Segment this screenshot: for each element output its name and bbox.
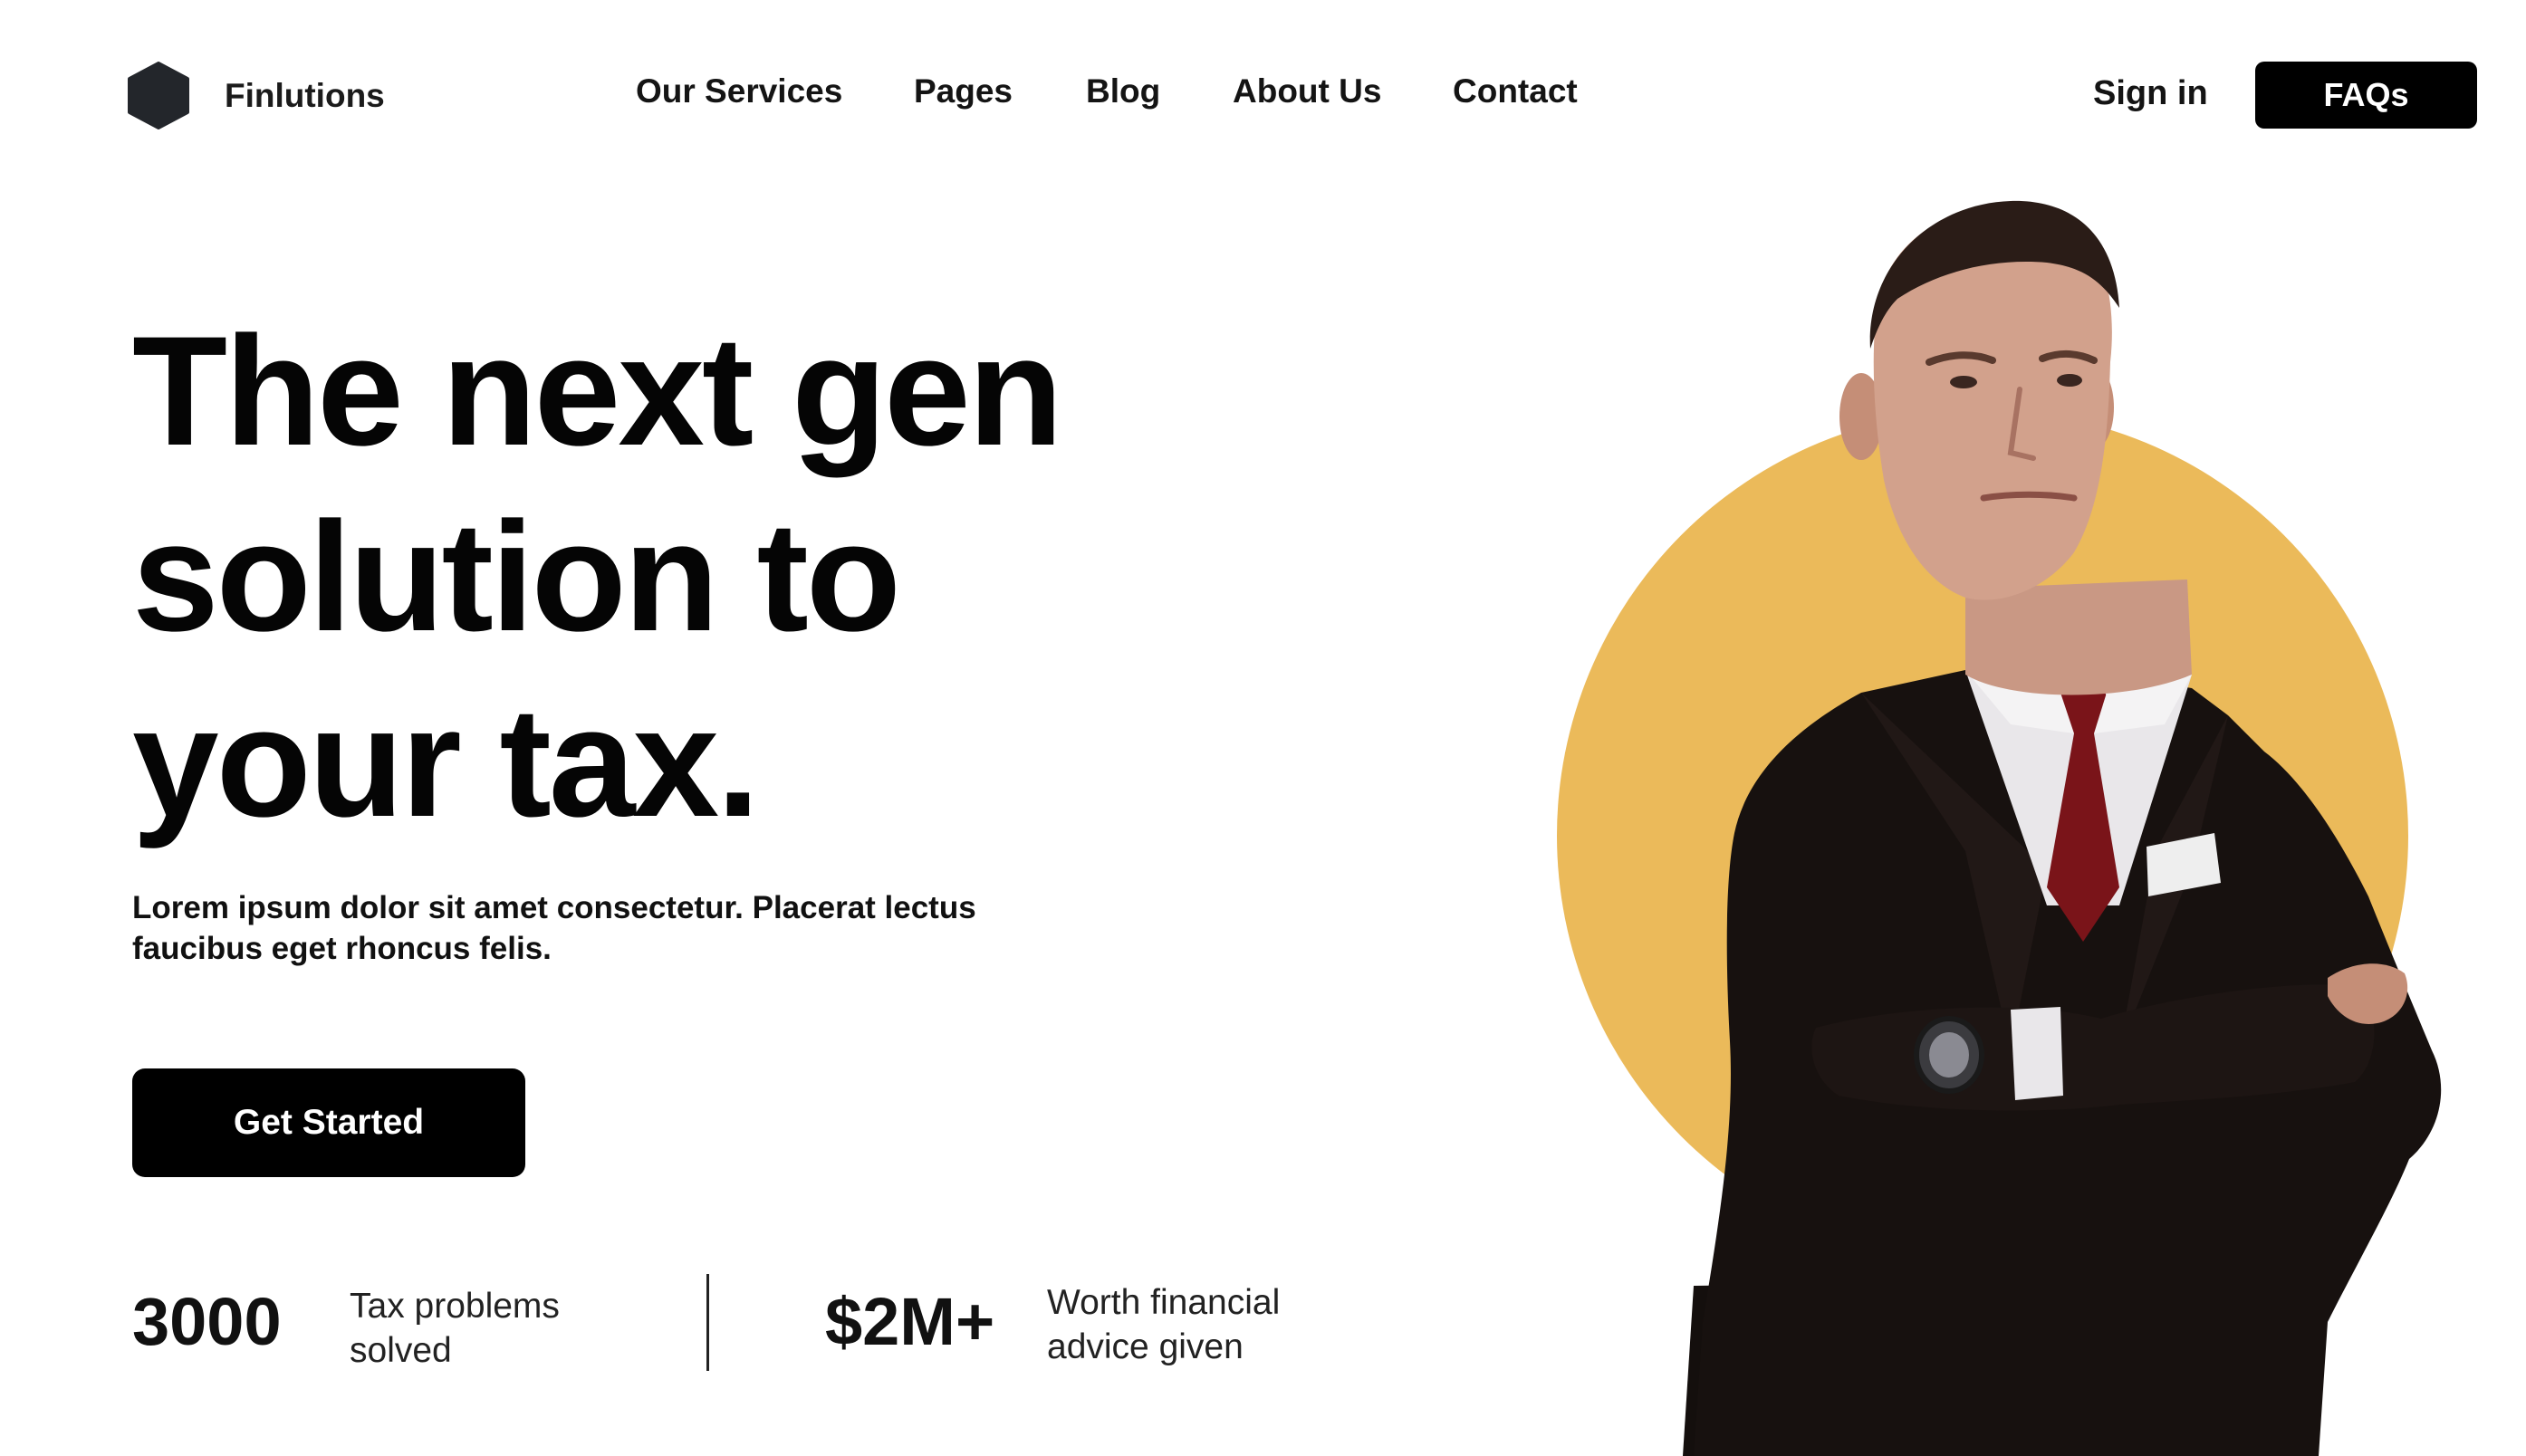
businessman-photo xyxy=(1557,200,2442,1456)
stats-divider xyxy=(706,1274,709,1371)
nav-about-us[interactable]: About Us xyxy=(1233,72,1381,110)
headline-line-1: The next gen xyxy=(132,304,1063,478)
hero-image xyxy=(1540,181,2526,1456)
faqs-button[interactable]: FAQs xyxy=(2255,62,2477,129)
headline-line-2: solution to xyxy=(132,490,901,664)
brand-name: Finlutions xyxy=(225,76,385,114)
get-started-button[interactable]: Get Started xyxy=(132,1068,525,1177)
stat-label-problems: Tax problems solved xyxy=(350,1287,560,1370)
sign-in-link[interactable]: Sign in xyxy=(2093,74,2208,113)
hero-description: Lorem ipsum dolor sit amet consectetur. … xyxy=(132,890,976,966)
hero-headline: The next gen solution to your tax. xyxy=(132,299,1063,856)
nav-pages[interactable]: Pages xyxy=(914,72,1013,110)
stat-label-advice: Worth financial advice given xyxy=(1047,1283,1281,1366)
brand-logo[interactable]: Finlutions xyxy=(127,62,385,129)
nav-blog[interactable]: Blog xyxy=(1086,72,1160,110)
headline-line-3: your tax. xyxy=(132,675,760,849)
stat-value-problems: 3000 xyxy=(132,1284,282,1359)
stat-value-advice: $2M+ xyxy=(825,1284,995,1359)
hexagon-logo-icon xyxy=(128,62,189,129)
nav-contact[interactable]: Contact xyxy=(1453,72,1578,110)
nav-our-services[interactable]: Our Services xyxy=(636,72,842,110)
